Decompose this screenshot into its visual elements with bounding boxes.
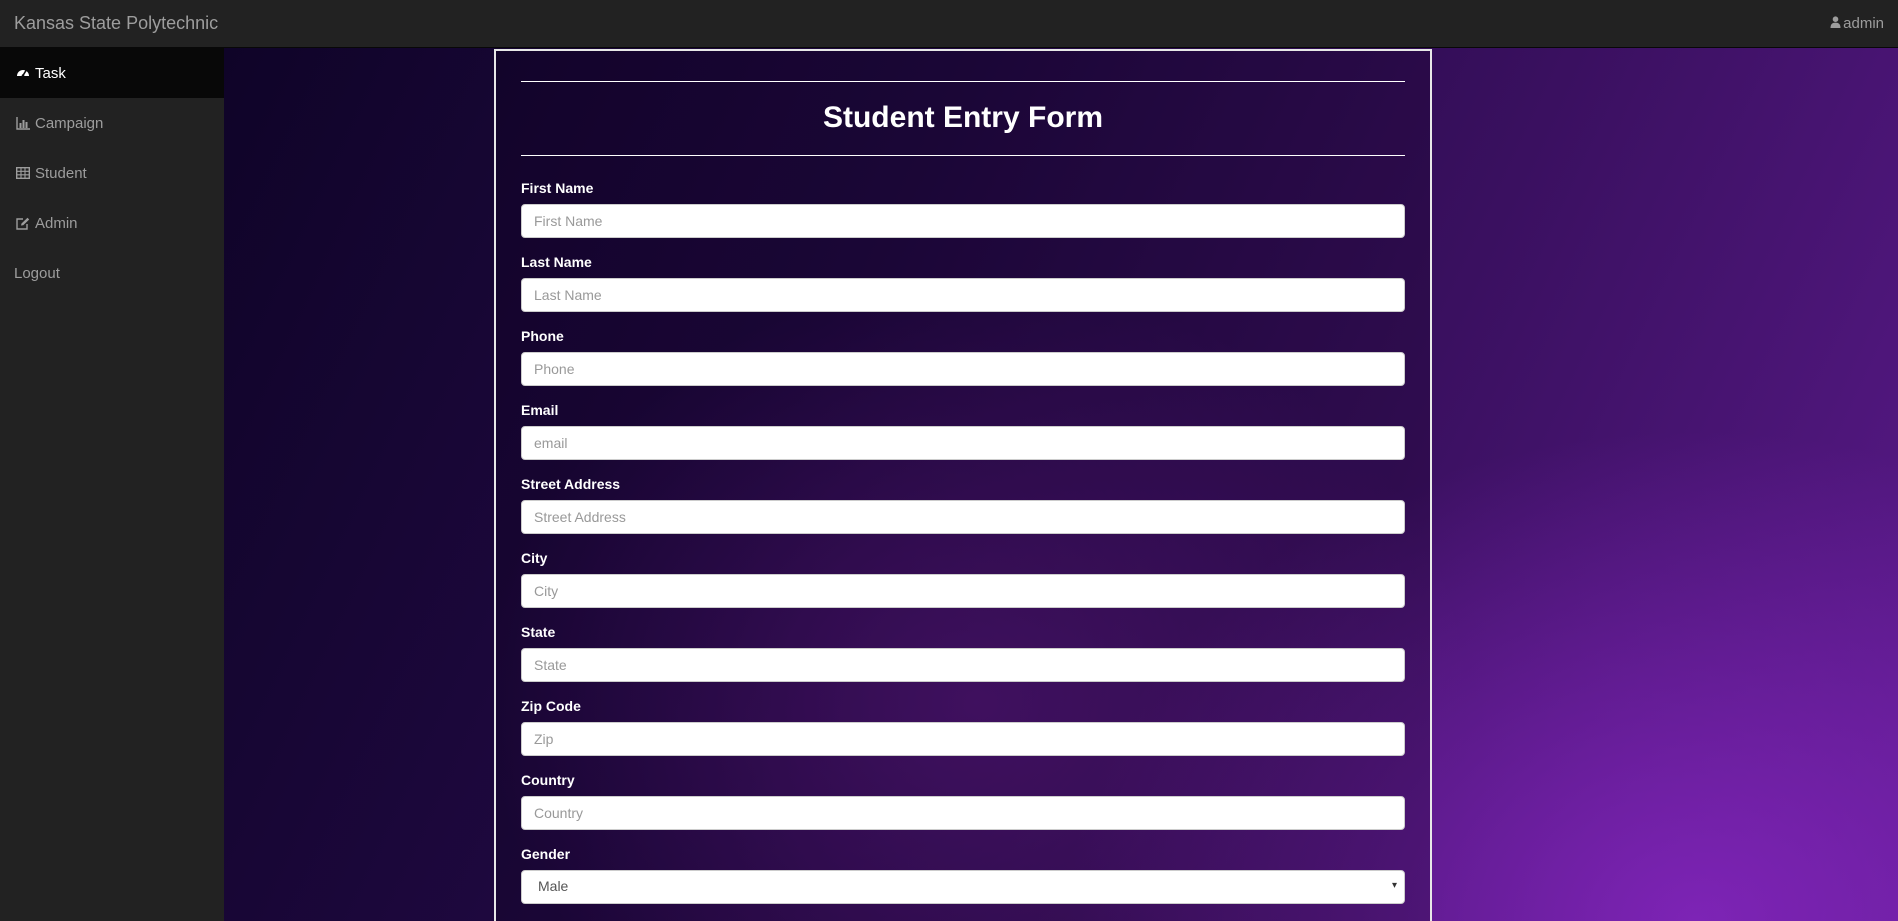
sidebar-item-task[interactable]: Task (0, 48, 224, 98)
state-label: State (521, 624, 556, 640)
edit-icon (15, 216, 30, 231)
country-group: Country (521, 770, 1405, 830)
user-name: admin (1843, 15, 1884, 32)
sidebar-item-label: Admin (35, 214, 78, 232)
state-group: State (521, 622, 1405, 682)
chevron-down-icon: ▾ (1391, 880, 1397, 891)
country-input[interactable] (521, 796, 1405, 830)
sidebar-item-admin[interactable]: Admin (0, 198, 224, 248)
zip-code-label: Zip Code (521, 698, 581, 714)
sidebar-item-label: Task (35, 64, 66, 82)
country-label: Country (521, 772, 575, 788)
dashboard-icon (15, 66, 30, 81)
main-content: Student Entry Form First Name Last Name … (224, 48, 1898, 921)
phone-input[interactable] (521, 352, 1405, 386)
title-divider-top (521, 81, 1405, 82)
sidebar-item-campaign[interactable]: Campaign (0, 98, 224, 148)
street-address-input[interactable] (521, 500, 1405, 534)
bar-chart-icon (15, 116, 30, 131)
email-label: Email (521, 402, 559, 418)
last-name-label: Last Name (521, 254, 592, 270)
phone-label: Phone (521, 328, 564, 344)
sidebar-item-label: Logout (14, 264, 60, 282)
first-name-input[interactable] (521, 204, 1405, 238)
sidebar-item-logout[interactable]: Logout (0, 248, 224, 298)
last-name-group: Last Name (521, 252, 1405, 312)
city-label: City (521, 550, 548, 566)
street-address-group: Street Address (521, 474, 1405, 534)
zip-code-input[interactable] (521, 722, 1405, 756)
email-input[interactable] (521, 426, 1405, 460)
sidebar: Task Campaign Student Admin Logout (0, 48, 224, 921)
user-menu[interactable]: admin (1830, 15, 1884, 32)
title-divider-bottom (521, 155, 1405, 156)
last-name-input[interactable] (521, 278, 1405, 312)
gender-label: Gender (521, 846, 571, 862)
sidebar-item-label: Campaign (35, 114, 104, 132)
user-icon (1830, 15, 1841, 32)
first-name-group: First Name (521, 178, 1405, 238)
email-group: Email (521, 400, 1405, 460)
city-input[interactable] (521, 574, 1405, 608)
zip-code-group: Zip Code (521, 696, 1405, 756)
gender-group: Gender Male ▾ (521, 844, 1405, 904)
gender-selected-value: Male (538, 878, 569, 894)
city-group: City (521, 548, 1405, 608)
student-entry-form: Student Entry Form First Name Last Name … (494, 49, 1432, 921)
sidebar-item-student[interactable]: Student (0, 148, 224, 198)
sidebar-item-label: Student (35, 164, 87, 182)
brand-title[interactable]: Kansas State Polytechnic (14, 13, 218, 34)
street-address-label: Street Address (521, 476, 621, 492)
first-name-label: First Name (521, 180, 594, 196)
phone-group: Phone (521, 326, 1405, 386)
top-navbar: Kansas State Polytechnic admin (0, 0, 1898, 48)
state-input[interactable] (521, 648, 1405, 682)
gender-select[interactable]: Male ▾ (521, 870, 1405, 904)
table-icon (15, 166, 30, 181)
form-title: Student Entry Form (822, 101, 1103, 134)
